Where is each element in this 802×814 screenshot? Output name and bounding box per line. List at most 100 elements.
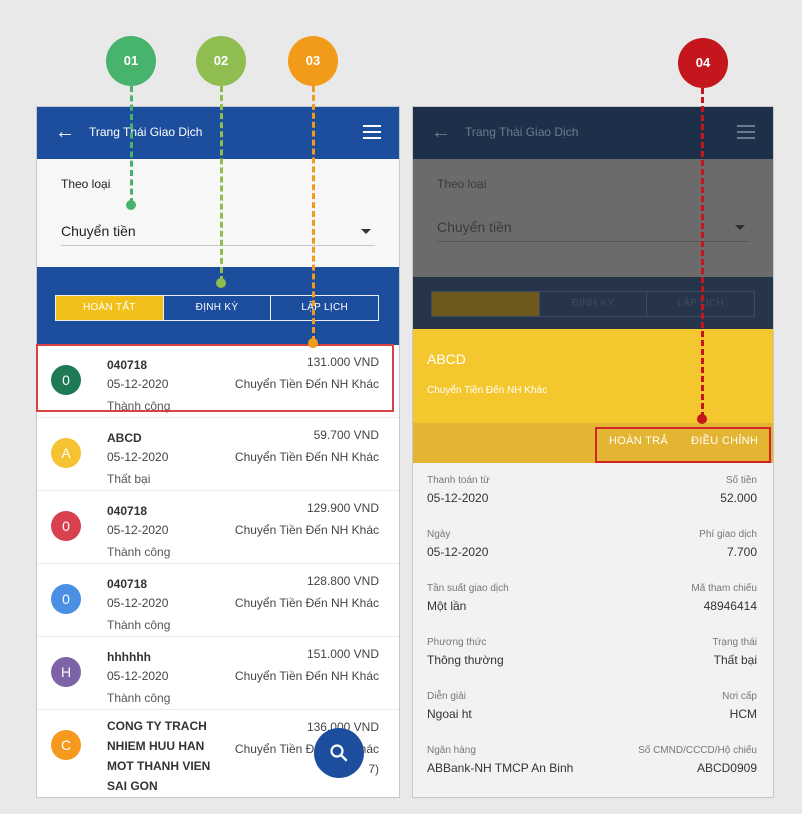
transaction-type: Chuyển Tiền Đến NH Khác [234, 523, 379, 537]
transaction-row[interactable]: H hhhhhh 05-12-2020 Thành công 151.000 V… [37, 637, 399, 710]
transaction-detail-screen: ← Trang Thái Giao Dịch Theo loại Chuyển … [412, 106, 774, 798]
callout-01-leader [130, 86, 133, 204]
transaction-id: 040718 [107, 504, 148, 518]
detail-row: Diễn giải Ngoai ht Nơi cấp HCM [413, 679, 773, 733]
detail-label: Thanh toán từ [427, 475, 490, 486]
transaction-amount: 59.700 VND [313, 428, 379, 442]
transaction-status: Thất bại [107, 472, 151, 486]
transaction-date: 05-12-2020 [107, 669, 169, 683]
callout-04-leader [701, 88, 704, 418]
page-title: Trang Thái Giao Dịch [89, 125, 203, 139]
filter-label: Theo loại [437, 177, 487, 191]
transaction-status: Thành công [107, 618, 171, 632]
transaction-extra: 7) [368, 762, 379, 776]
detail-value: 7.700 [726, 545, 757, 559]
detail-label: Phương thức [427, 637, 487, 648]
hamburger-menu-icon[interactable] [737, 125, 755, 139]
detail-value: ABCD0909 [696, 761, 757, 775]
transaction-id: 040718 [107, 577, 148, 591]
avatar: 0 [51, 511, 81, 541]
action-bar: HOÀN TRẢ ĐIỀU CHỈNH [413, 423, 773, 463]
transaction-amount: 151.000 VND [306, 647, 379, 661]
detail-value: 48946414 [703, 599, 757, 613]
transaction-id: hhhhhh [107, 650, 151, 664]
transaction-type: Chuyển Tiền Đến NH Khác [234, 669, 379, 683]
transaction-row[interactable]: 0 040718 05-12-2020 Thành công 131.000 V… [37, 345, 399, 418]
callout-01: 01 [106, 36, 156, 86]
transaction-amount: 129.900 VND [306, 501, 379, 515]
transaction-date: 05-12-2020 [107, 377, 169, 391]
detail-value: Ngoai ht [427, 707, 472, 721]
detail-value: 52.000 [720, 491, 757, 505]
detail-label: Phí giao dịch [699, 529, 757, 540]
callout-02: 02 [196, 36, 246, 86]
detail-label: Nơi cấp [722, 691, 757, 702]
callout-04-dot [697, 414, 707, 424]
dimmed-overlay: ← Trang Thái Giao Dịch Theo loại Chuyển … [413, 107, 773, 329]
tab-completed[interactable]: HOÀN TẤT [432, 292, 540, 316]
detail-value: ABBank-NH TMCP An Binh [427, 761, 574, 775]
app-header: ← Trang Thái Giao Dịch [413, 107, 773, 159]
transaction-row[interactable]: A ABCD 05-12-2020 Thất bại 59.700 VND Ch… [37, 418, 399, 491]
card-name: ABCD [427, 351, 466, 367]
avatar: 0 [51, 365, 81, 395]
detail-value: HCM [729, 707, 757, 721]
actions-highlight [595, 427, 771, 463]
detail-row: Ngân hàng ABBank-NH TMCP An Binh Số CMND… [413, 733, 773, 787]
transaction-date: 05-12-2020 [107, 523, 169, 537]
transaction-status: Thành công [107, 399, 171, 413]
transaction-type-dropdown[interactable]: Chuyển tiền [61, 219, 375, 246]
transaction-type: Chuyển Tiền Đến NH Khác [234, 450, 379, 464]
search-icon [330, 744, 348, 762]
tabs-band: HOÀN TẤT ĐỊNH KỲ LẬP LỊCH [413, 277, 773, 329]
tab-completed[interactable]: HOÀN TẤT [56, 296, 164, 320]
transaction-date: 05-12-2020 [107, 596, 169, 610]
dropdown-value: Chuyển tiền [61, 223, 136, 239]
card-subtitle: Chuyển Tiền Đến NH Khác [427, 385, 548, 396]
detail-label: Ngày [427, 529, 451, 540]
transaction-id: CONG TY TRACH NHIEM HUU HAN MOT THANH VI… [107, 719, 211, 793]
avatar: 0 [51, 584, 81, 614]
callout-04: 04 [678, 38, 728, 88]
back-arrow-icon[interactable]: ← [431, 121, 451, 143]
tab-periodic[interactable]: ĐỊNH KỲ [164, 296, 272, 320]
transaction-status: Thành công [107, 545, 171, 559]
transaction-row[interactable]: 0 040718 05-12-2020 Thành công 129.900 V… [37, 491, 399, 564]
callout-02-leader [220, 86, 223, 282]
transaction-card: ABCD Chuyển Tiền Đến NH Khác [413, 329, 773, 423]
search-fab-button[interactable] [314, 728, 364, 778]
detail-label: Tần suất giao dịch [427, 583, 509, 594]
transaction-id: ABCD [107, 431, 142, 445]
callout-01-dot [126, 200, 136, 210]
filter-section: Theo loại Chuyển tiền [37, 159, 399, 267]
transaction-status: Thành công [107, 691, 171, 705]
callout-03: 03 [288, 36, 338, 86]
callout-02-dot [216, 278, 226, 288]
tab-periodic[interactable]: ĐỊNH KỲ [540, 292, 648, 316]
tab-scheduled[interactable]: LẬP LỊCH [271, 296, 378, 320]
back-arrow-icon[interactable]: ← [55, 121, 75, 143]
page-title: Trang Thái Giao Dịch [465, 125, 579, 139]
transaction-list-screen: ← Trang Thái Giao Dịch Theo loại Chuyển … [36, 106, 400, 798]
app-header: ← Trang Thái Giao Dịch [37, 107, 399, 159]
callout-03-leader [312, 86, 315, 342]
filter-section: Theo loại Chuyển tiền [413, 159, 773, 277]
callout-03-dot [308, 338, 318, 348]
detail-label: Ngân hàng [427, 745, 476, 756]
detail-label: Số CMND/CCCD/Hộ chiếu [638, 745, 757, 756]
transaction-amount: 128.800 VND [306, 574, 379, 588]
transaction-amount: 131.000 VND [306, 355, 379, 369]
detail-value: 05-12-2020 [427, 491, 489, 505]
detail-label: Trạng thái [712, 637, 757, 648]
avatar: C [51, 730, 81, 760]
transaction-row[interactable]: 0 040718 05-12-2020 Thành công 128.800 V… [37, 564, 399, 637]
caret-down-icon [735, 225, 745, 230]
detail-row: Thanh toán từ 05-12-2020 Số tiền 52.000 [413, 463, 773, 517]
detail-label: Mã tham chiếu [691, 583, 757, 594]
detail-value: Một lần [427, 599, 467, 613]
transaction-id: 040718 [107, 358, 148, 372]
detail-row: Ngày 05-12-2020 Phí giao dịch 7.700 [413, 517, 773, 571]
detail-label: Diễn giải [427, 691, 466, 702]
hamburger-menu-icon[interactable] [363, 125, 381, 139]
detail-list: Thanh toán từ 05-12-2020 Số tiền 52.000 … [413, 463, 773, 787]
